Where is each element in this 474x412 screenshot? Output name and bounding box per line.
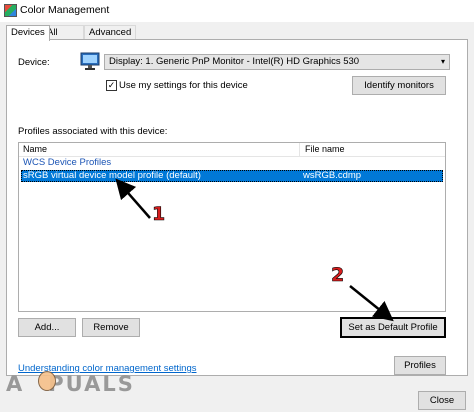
- arrow-2: [349, 285, 394, 322]
- annotation-number-2: 2: [331, 264, 345, 287]
- tab-devices[interactable]: Devices: [6, 25, 50, 41]
- annotation-arrows: [115, 178, 394, 322]
- annotation-number-1: 1: [152, 203, 166, 226]
- arrow-1: [115, 178, 151, 219]
